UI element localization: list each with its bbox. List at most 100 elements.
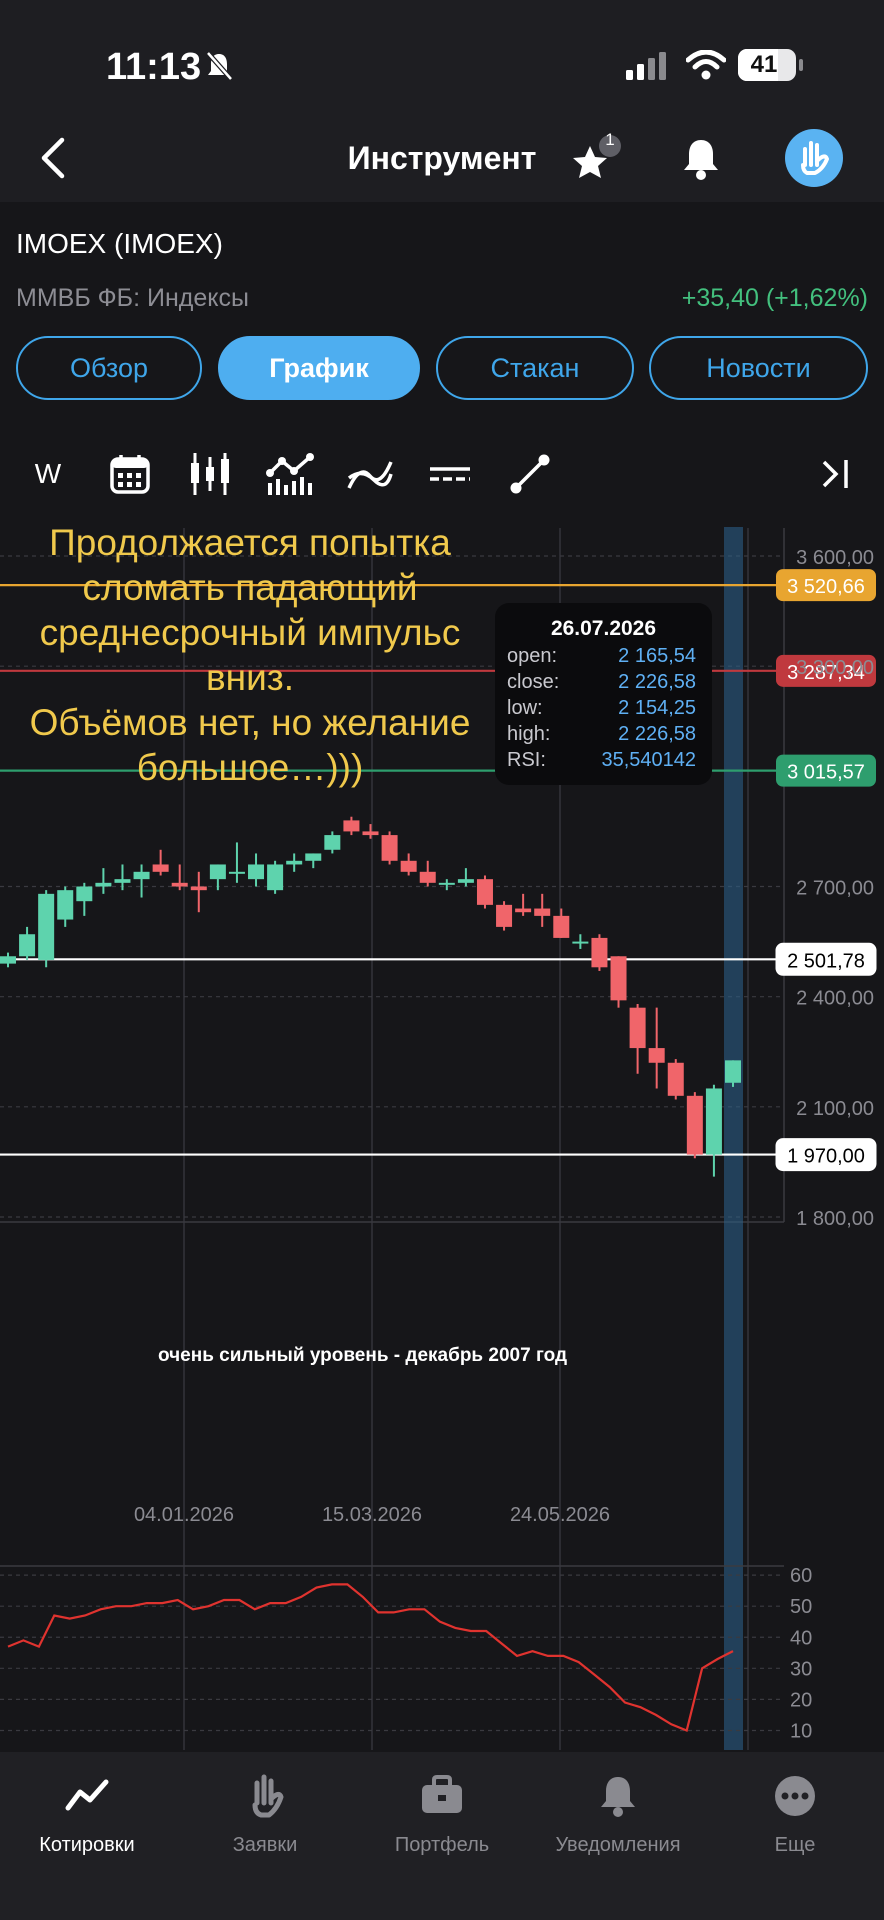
candle-body <box>705 1088 722 1155</box>
nav-quotes[interactable]: Котировки <box>2 1768 172 1857</box>
horizontal-lines-icon <box>430 467 470 481</box>
indicators-button[interactable] <box>262 446 318 502</box>
x-tick-label: 15.03.2026 <box>322 1504 422 1526</box>
scroll-to-end-icon <box>822 460 848 488</box>
annotation-line: Объёмов нет, но желание <box>29 702 471 743</box>
candle-body <box>57 890 74 920</box>
candle-body <box>419 871 436 883</box>
candlestick-icon <box>191 453 229 495</box>
candle-body <box>362 831 379 836</box>
draw-line-button[interactable] <box>502 446 558 502</box>
wifi-icon <box>686 50 726 80</box>
candle-body <box>0 956 16 964</box>
rsi-tick-label: 50 <box>790 1596 812 1618</box>
level-label: 3 015,57 <box>787 762 865 784</box>
nav-orders[interactable]: Заявки <box>180 1768 350 1857</box>
annotation-line: сломать падающий <box>82 567 418 608</box>
candle-body <box>591 937 608 968</box>
candle-body <box>114 879 131 883</box>
rsi-indicator: 60 50 40 30 20 10 <box>0 1565 812 1742</box>
chart-annotation: Продолжается попытка сломать падающий ср… <box>0 520 500 790</box>
scroll-to-end-button[interactable] <box>808 446 864 502</box>
tooltip-value: 2 165,54 <box>618 645 696 667</box>
candle-body <box>152 864 169 872</box>
battery-icon: 41 <box>738 49 796 81</box>
candle-body <box>515 908 532 913</box>
timeframe-button[interactable]: W <box>20 446 76 502</box>
annotation-line: среднесрочный импульс <box>39 612 461 653</box>
tab-news[interactable]: Новости <box>649 336 868 400</box>
page-title: Инструмент <box>347 140 537 176</box>
level-label: 1 970,00 <box>787 1146 865 1168</box>
nav-notifications[interactable]: Уведомления <box>533 1768 703 1857</box>
status-time: 11:13 <box>106 46 202 88</box>
candle-body <box>400 860 417 872</box>
nav-label: Портфель <box>394 1834 490 1856</box>
price-tick-label: 2 400,00 <box>796 988 874 1010</box>
candle-body <box>496 904 513 927</box>
candle-body <box>553 915 570 938</box>
tooltip-date: 26.07.2026 <box>550 617 657 640</box>
tooltip-row-high: high: 2 226,58 <box>507 723 696 749</box>
tab-chart[interactable]: График <box>218 336 420 400</box>
candle-body <box>38 893 55 960</box>
x-tick-label: 04.01.2026 <box>134 1504 234 1526</box>
calendar-button[interactable] <box>102 446 158 502</box>
orders-hand-icon <box>252 1774 284 1818</box>
favorites-badge: 1 <box>605 130 615 149</box>
rsi-tick-label: 40 <box>790 1627 812 1649</box>
price-tick-label: 2 100,00 <box>796 1098 874 1120</box>
timeframe-label: W <box>34 458 62 489</box>
candle-body <box>228 871 245 874</box>
cellular-signal-icon <box>626 52 666 80</box>
tab-overview[interactable]: Обзор <box>16 336 202 400</box>
candle-body <box>476 879 493 905</box>
horizontal-line-button[interactable] <box>422 446 478 502</box>
candle-body <box>725 1060 741 1083</box>
nav-more[interactable]: Еще <box>710 1768 880 1857</box>
price-tick-label: 3 300,00 <box>796 657 874 679</box>
tooltip-value: 2 226,58 <box>618 723 696 745</box>
rsi-tick-label: 20 <box>790 1689 812 1711</box>
candle-body <box>610 956 627 1001</box>
more-dots-icon <box>775 1776 815 1816</box>
briefcase-icon <box>422 1775 462 1813</box>
candle-type-button[interactable] <box>182 446 238 502</box>
calendar-icon <box>110 455 150 494</box>
nav-label: Котировки <box>39 1834 135 1856</box>
nav-label: Заявки <box>232 1834 298 1856</box>
candle-body <box>133 871 150 880</box>
tooltip-label: RSI: <box>507 749 546 771</box>
battery-tip <box>799 59 803 71</box>
candle-body <box>209 864 226 880</box>
candle-body <box>286 860 303 865</box>
candle-body <box>19 934 36 957</box>
tab-orderbook[interactable]: Стакан <box>436 336 634 400</box>
trend-lines-icon <box>347 461 393 489</box>
tooltip-row-low: low: 2 154,25 <box>507 697 696 723</box>
tooltip-row-rsi: RSI: 35,540142 <box>507 749 696 775</box>
notifications-bell-icon[interactable] <box>680 136 722 182</box>
annotation-line: вниз. <box>205 657 294 698</box>
instrument-name: IMOEX (IMOEX) <box>16 228 223 259</box>
candle-body <box>171 882 188 887</box>
candle-body <box>572 941 589 944</box>
candle-body <box>343 820 360 832</box>
indicators-icon <box>266 453 314 495</box>
nav-portfolio[interactable]: Портфель <box>357 1768 527 1857</box>
tooltip-label: close: <box>507 671 560 693</box>
tooltip-label: open: <box>507 645 558 667</box>
candle-body <box>667 1062 684 1096</box>
instrument-change: +35,40 (+1,62%) <box>681 284 868 312</box>
level-label: 3 520,66 <box>787 576 865 598</box>
rsi-tick-label: 30 <box>790 1658 812 1680</box>
profile-avatar[interactable] <box>785 129 843 187</box>
rsi-tick-label: 60 <box>790 1565 812 1587</box>
bell-muted-icon <box>206 51 233 81</box>
x-tick-label: 24.05.2026 <box>510 1504 610 1526</box>
price-tick-label: 1 800,00 <box>796 1208 874 1230</box>
moving-average-button[interactable] <box>342 446 398 502</box>
candle-body <box>76 886 93 902</box>
price-tick-label: 2 700,00 <box>796 878 874 900</box>
tooltip-value: 35,540142 <box>601 749 696 771</box>
